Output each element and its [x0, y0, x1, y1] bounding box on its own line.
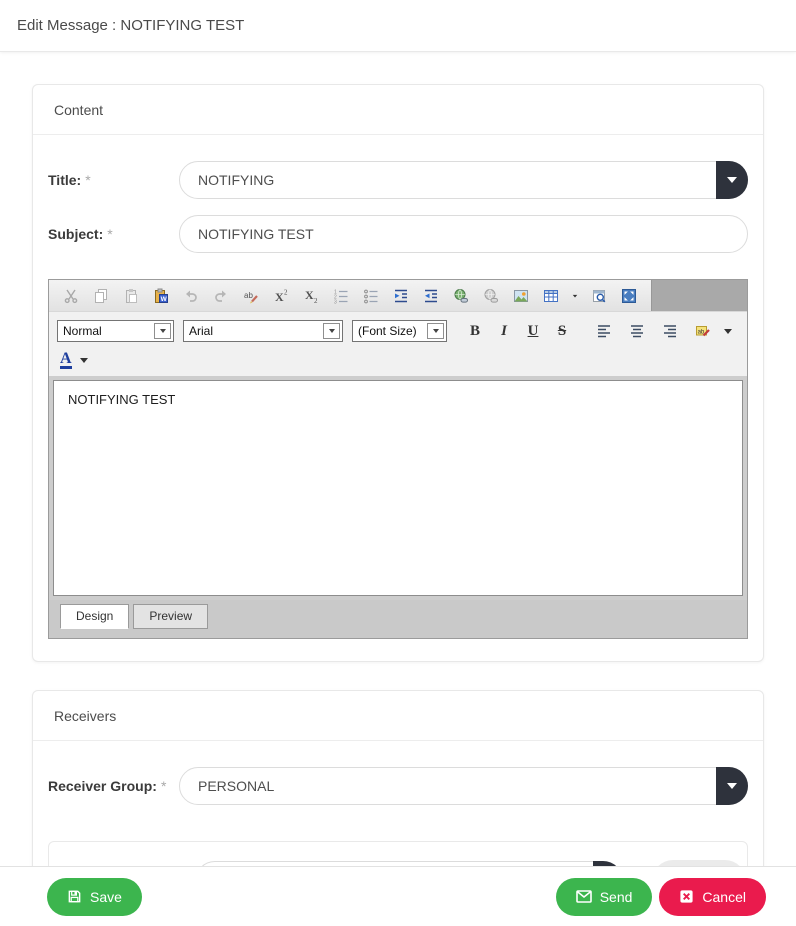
preview-icon[interactable] [587, 284, 611, 308]
rich-text-editor: WabX2X2123 Normal Arial (Font Size) [48, 279, 748, 639]
bold-button[interactable]: B [464, 320, 486, 342]
title-input[interactable] [179, 161, 748, 199]
send-icon [576, 890, 592, 903]
highlight-caret-icon[interactable] [724, 329, 732, 334]
content-card-title: Content [54, 102, 103, 118]
subject-field-row: Subject:* [48, 215, 748, 253]
receivers-card-title: Receivers [54, 708, 116, 724]
strikethrough-button[interactable]: S [551, 320, 573, 342]
receiver-group-field-row: Receiver Group:* [48, 767, 748, 805]
indent-icon[interactable] [389, 284, 413, 308]
select-arrow-icon [323, 323, 340, 339]
font-size-select[interactable]: (Font Size) [352, 320, 447, 342]
unlink-icon[interactable] [479, 284, 503, 308]
insert-image-icon[interactable] [509, 284, 533, 308]
editor-format-buttons: BIUS [464, 320, 573, 342]
editor-tab-bar: DesignPreview [49, 600, 747, 638]
cut-icon[interactable] [59, 284, 83, 308]
chevron-down-icon [727, 177, 737, 183]
title-field-row: Title:* [48, 161, 748, 199]
align-center-icon[interactable] [625, 319, 649, 343]
svg-text:X: X [305, 288, 314, 302]
undo-icon[interactable] [179, 284, 203, 308]
tab-design[interactable]: Design [60, 604, 129, 629]
outdent-icon[interactable] [419, 284, 443, 308]
receiver-group-input[interactable] [179, 767, 748, 805]
numbered-list-icon[interactable]: 123 [329, 284, 353, 308]
editor-toolbar-row1: WabX2X2123 [49, 280, 747, 311]
tab-preview[interactable]: Preview [133, 604, 208, 629]
paste-icon[interactable] [119, 284, 143, 308]
insert-table-icon[interactable] [539, 284, 563, 308]
editor-align-buttons [592, 319, 682, 343]
send-button[interactable]: Send [556, 878, 653, 916]
title-input-wrap [179, 161, 748, 199]
cancel-icon [679, 889, 694, 904]
save-icon [67, 889, 82, 904]
title-dropdown-button[interactable] [716, 161, 748, 199]
font-color-caret-icon[interactable] [80, 358, 88, 363]
editor-content-wrap: NOTIFYING TEST [49, 376, 747, 600]
svg-text:ab: ab [244, 291, 253, 300]
insert-link-icon[interactable] [449, 284, 473, 308]
svg-text:2: 2 [284, 288, 288, 296]
redo-icon[interactable] [209, 284, 233, 308]
svg-text:W: W [161, 296, 168, 303]
font-family-select[interactable]: Arial [183, 320, 343, 342]
italic-button[interactable]: I [493, 320, 515, 342]
receiver-group-dropdown-button[interactable] [716, 767, 748, 805]
title-label: Title:* [48, 172, 179, 188]
receiver-group-label: Receiver Group:* [48, 778, 179, 794]
page-body: Content Title:* Subject:* [0, 52, 796, 926]
copy-icon[interactable] [89, 284, 113, 308]
paste-from-word-icon[interactable]: W [149, 284, 173, 308]
chevron-down-icon [727, 783, 737, 789]
maximize-icon[interactable] [617, 284, 641, 308]
select-arrow-icon [154, 323, 171, 339]
svg-text:2: 2 [314, 297, 318, 304]
font-color-icon[interactable]: A [60, 351, 72, 369]
required-asterisk: * [107, 226, 112, 242]
superscript-icon[interactable]: X2 [269, 284, 293, 308]
required-asterisk: * [161, 778, 166, 794]
table-menu-caret-icon[interactable] [569, 284, 581, 308]
bullet-list-icon[interactable] [359, 284, 383, 308]
underline-button[interactable]: U [522, 320, 544, 342]
content-card-header: Content [33, 85, 763, 135]
align-left-icon[interactable] [592, 319, 616, 343]
content-card: Content Title:* Subject:* [32, 84, 764, 662]
editor-content-area[interactable]: NOTIFYING TEST [53, 380, 743, 596]
page-title: Edit Message : NOTIFYING TEST [17, 17, 244, 34]
content-card-body: Title:* Subject:* [33, 135, 763, 661]
modal-header: Edit Message : NOTIFYING TEST [0, 0, 796, 52]
highlight-icon[interactable]: ab [691, 319, 715, 343]
paragraph-format-select[interactable]: Normal [57, 320, 174, 342]
svg-text:3: 3 [334, 299, 337, 304]
footer-bar: Save Send Cancel [0, 866, 796, 926]
select-arrow-icon [427, 323, 444, 339]
svg-text:X: X [275, 290, 284, 304]
subject-input[interactable] [179, 215, 748, 253]
save-button[interactable]: Save [47, 878, 142, 916]
spellcheck-icon[interactable]: ab [239, 284, 263, 308]
subject-label: Subject:* [48, 226, 179, 242]
receiver-group-input-wrap [179, 767, 748, 805]
receivers-card-header: Receivers [33, 691, 763, 741]
editor-toolbar-row1-icons: WabX2X2123 [49, 280, 652, 311]
cancel-button[interactable]: Cancel [659, 878, 766, 916]
required-asterisk: * [85, 172, 90, 188]
editor-toolbar-row3: A [49, 350, 747, 376]
subject-input-wrap [179, 215, 748, 253]
align-right-icon[interactable] [658, 319, 682, 343]
subscript-icon[interactable]: X2 [299, 284, 323, 308]
editor-toolbar-row2: Normal Arial (Font Size) BIUS ab [49, 311, 747, 350]
